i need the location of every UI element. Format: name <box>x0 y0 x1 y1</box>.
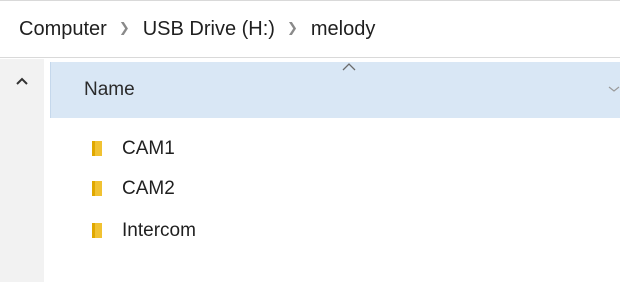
file-name: CAM1 <box>122 138 175 159</box>
list-item[interactable]: Intercom <box>50 212 620 248</box>
folder-icon <box>92 181 102 196</box>
folder-icon <box>92 141 102 156</box>
sort-ascending-icon <box>342 63 356 71</box>
breadcrumb-usb-drive[interactable]: USB Drive (H:) <box>143 18 275 41</box>
file-list: CAM1 CAM2 Intercom <box>50 118 620 282</box>
list-item[interactable]: CAM2 <box>50 170 620 206</box>
file-explorer-window: Computer ❯ USB Drive (H:) ❯ melody Name … <box>0 0 620 282</box>
folder-icon <box>92 223 102 238</box>
list-item[interactable]: CAM1 <box>50 130 620 166</box>
navigation-pane <box>0 59 44 282</box>
breadcrumb-computer[interactable]: Computer <box>19 18 107 41</box>
column-header-label: Name <box>84 79 135 100</box>
chevron-right-icon[interactable]: ❯ <box>119 20 130 36</box>
collapse-up-icon[interactable] <box>13 73 31 89</box>
file-name: Intercom <box>122 220 196 241</box>
column-header-name[interactable]: Name <box>50 62 620 118</box>
breadcrumb-melody[interactable]: melody <box>311 18 375 41</box>
chevron-right-icon[interactable]: ❯ <box>287 20 298 36</box>
chevron-down-icon[interactable] <box>608 84 620 94</box>
file-name: CAM2 <box>122 178 175 199</box>
address-bar[interactable]: Computer ❯ USB Drive (H:) ❯ melody <box>0 0 620 58</box>
